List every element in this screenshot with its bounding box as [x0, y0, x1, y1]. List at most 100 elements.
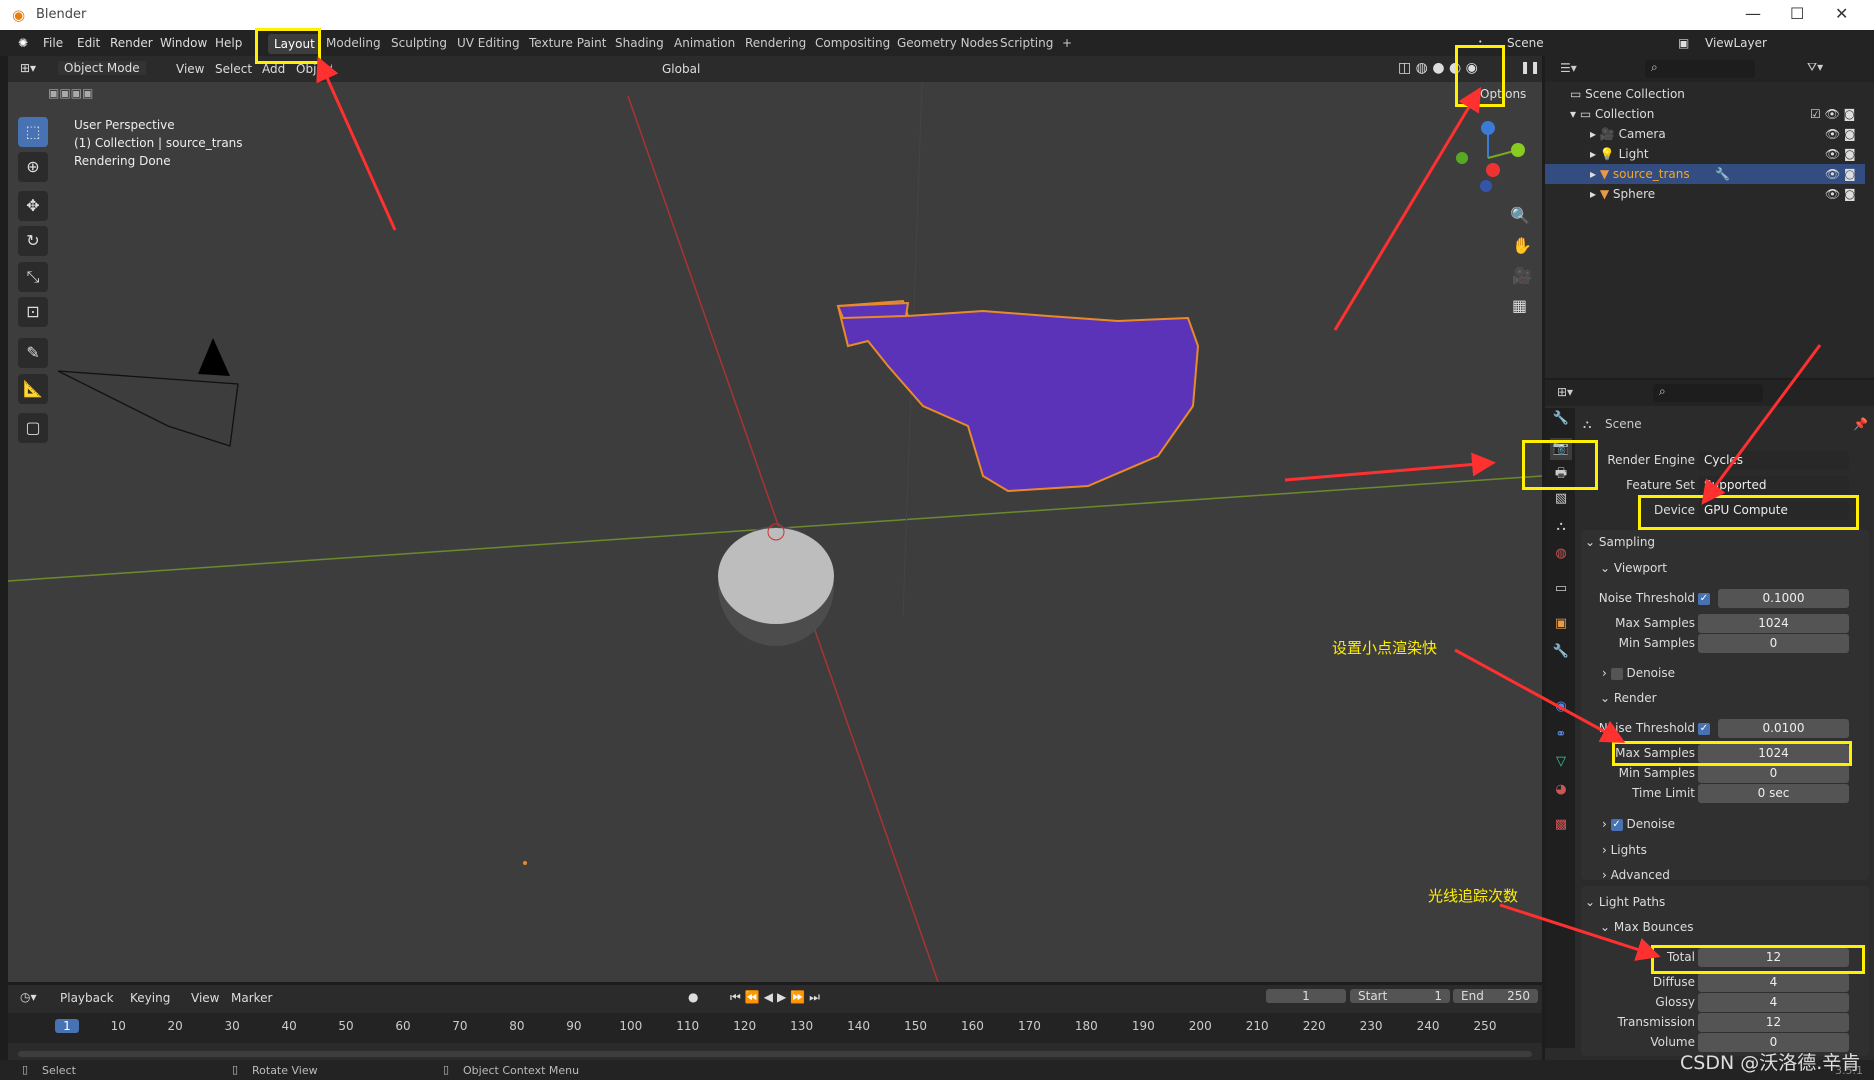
options-dropdown[interactable]: Options — [1480, 87, 1526, 101]
tab-compositing[interactable]: Compositing — [815, 36, 890, 50]
ortho-grid-icon[interactable]: ▦ — [1512, 296, 1527, 315]
render-denoise-row[interactable]: › ✓ Denoise — [1602, 817, 1675, 831]
end-frame-field[interactable]: End 250 — [1453, 989, 1538, 1003]
outliner-item[interactable]: ▸ ▼ source_trans 🔧 👁 ◙ — [1545, 164, 1865, 184]
shading-buttons[interactable]: ◫ ◍ ● ◐ ◉ — [1398, 60, 1478, 76]
render-subpanel-header[interactable]: ⌄ Render — [1600, 691, 1657, 705]
sampling-header[interactable]: ⌄ Sampling — [1585, 535, 1655, 549]
glossy-bounces-field[interactable]: 4 — [1698, 993, 1849, 1012]
frame-ruler[interactable]: 1 10 20 30 40 50 60 70 80 90 100 110 120 130 140 150 160… — [8, 1013, 1542, 1043]
pan-hand-icon[interactable]: ✋ — [1512, 236, 1532, 255]
outliner-item[interactable]: ▸ 💡 Light 👁 ◙ — [1545, 144, 1865, 164]
view-layer-selector[interactable]: ViewLayer — [1705, 36, 1767, 50]
maximize-button[interactable]: ☐ — [1790, 4, 1804, 23]
outliner-search[interactable]: ⌕ — [1645, 60, 1755, 78]
menu-marker[interactable]: Marker — [231, 991, 272, 1005]
transform-orientation[interactable]: Global — [662, 62, 700, 76]
camera-view-icon[interactable]: 🎥 — [1512, 266, 1532, 285]
diffuse-bounces-field[interactable]: 4 — [1698, 973, 1849, 992]
selection-mode-icons[interactable]: ▣▣▣▣ — [48, 86, 93, 100]
transform-tool[interactable]: ⊡ — [18, 297, 48, 327]
total-bounces-field[interactable]: 12 — [1698, 948, 1849, 967]
menu-edit[interactable]: Edit — [77, 36, 100, 50]
3d-viewport[interactable]: ⊞▾ Object Mode View Select Add Object Gl… — [8, 56, 1542, 982]
menu-object[interactable]: Object — [296, 62, 332, 76]
add-workspace-button[interactable]: + — [1062, 36, 1072, 50]
time-limit-field[interactable]: 0 sec — [1698, 784, 1849, 803]
scale-tool[interactable]: ⤡ — [18, 262, 48, 292]
display-mode-icon[interactable]: ☰▾ — [1560, 61, 1577, 75]
tab-layout[interactable]: Layout — [268, 34, 321, 54]
viewport-denoise-row[interactable]: › Denoise — [1602, 666, 1675, 680]
minimize-button[interactable]: — — [1745, 4, 1761, 23]
noise-threshold-checkbox[interactable]: ✓ — [1698, 593, 1710, 605]
menu-add[interactable]: Add — [262, 62, 285, 76]
editor-type-icon[interactable]: ◷▾ — [20, 990, 37, 1004]
tab-animation[interactable]: Animation — [674, 36, 735, 50]
visibility-icon[interactable]: 👁 ◙ — [1825, 144, 1856, 164]
render-noise-threshold-checkbox[interactable]: ✓ — [1698, 723, 1710, 735]
start-frame-field[interactable]: Start 1 — [1350, 989, 1450, 1003]
annotate-tool[interactable]: ✎ — [18, 338, 48, 368]
max-bounces-header[interactable]: ⌄ Max Bounces — [1600, 920, 1694, 934]
zoom-icon[interactable]: 🔍 — [1510, 206, 1530, 225]
playback-controls[interactable]: ⏮⏪◀▶⏩⏭ — [730, 990, 824, 1005]
viewport-subpanel-header[interactable]: ⌄ Viewport — [1600, 561, 1667, 575]
menu-file[interactable]: File — [43, 36, 63, 50]
editor-type-icon[interactable]: ⊞▾ — [20, 61, 36, 75]
timeline-scrollbar[interactable] — [18, 1051, 1532, 1057]
collection-row[interactable]: ▾ ▭ Collection ☑ 👁 ◙ — [1545, 104, 1865, 124]
menu-render[interactable]: Render — [110, 36, 153, 50]
noise-threshold-field[interactable]: 0.1000 — [1718, 589, 1849, 608]
menu-keying[interactable]: Keying — [130, 991, 170, 1005]
outliner-item[interactable]: ▸ 🎥 Camera 👁 ◙ — [1545, 124, 1865, 144]
rotate-tool[interactable]: ↻ — [18, 226, 48, 256]
lights-subpanel[interactable]: › Lights — [1602, 843, 1647, 857]
menu-view[interactable]: View — [191, 991, 219, 1005]
menu-select[interactable]: Select — [215, 62, 252, 76]
close-button[interactable]: ✕ — [1835, 4, 1848, 23]
tab-scripting[interactable]: Scripting — [1000, 36, 1053, 50]
scene-selector[interactable]: Scene — [1507, 36, 1544, 50]
select-box-tool[interactable]: ⬚ — [18, 117, 48, 147]
advanced-subpanel[interactable]: › Advanced — [1602, 868, 1670, 882]
device-dropdown[interactable]: GPU Compute — [1698, 501, 1849, 520]
tab-rendering[interactable]: Rendering — [745, 36, 806, 50]
tab-uv-editing[interactable]: UV Editing — [457, 36, 520, 50]
cursor-tool[interactable]: ⊕ — [18, 152, 48, 182]
render-max-samples-field[interactable]: 1024 — [1698, 744, 1849, 763]
blender-menu-icon[interactable]: ✺ — [18, 36, 28, 50]
outliner-item[interactable]: ▸ ▼ Sphere 👁 ◙ — [1545, 184, 1865, 204]
visibility-icon[interactable]: 👁 ◙ — [1825, 164, 1856, 184]
scene-collection[interactable]: ▭ Scene Collection — [1545, 84, 1865, 104]
menu-playback[interactable]: Playback — [60, 991, 114, 1005]
move-tool[interactable]: ✥ — [18, 191, 48, 221]
min-samples-field[interactable]: 0 — [1698, 634, 1849, 653]
tab-sculpting[interactable]: Sculpting — [391, 36, 447, 50]
menu-window[interactable]: Window — [160, 36, 207, 50]
render-engine-dropdown[interactable]: Cycles — [1698, 451, 1849, 470]
record-button[interactable]: ● — [688, 990, 698, 1004]
tab-geometry-nodes[interactable]: Geometry Nodes — [897, 36, 998, 50]
visibility-icon[interactable]: 👁 ◙ — [1825, 184, 1856, 204]
current-frame-field[interactable]: 1 — [1266, 989, 1346, 1003]
tab-shading[interactable]: Shading — [615, 36, 664, 50]
light-paths-header[interactable]: ⌄ Light Paths — [1585, 895, 1665, 909]
render-noise-threshold-field[interactable]: 0.0100 — [1718, 719, 1849, 738]
feature-set-dropdown[interactable]: Supported — [1698, 476, 1849, 495]
max-samples-field[interactable]: 1024 — [1698, 614, 1849, 633]
navigation-gizmo[interactable] — [1448, 118, 1528, 198]
visibility-icon[interactable]: 👁 ◙ — [1825, 124, 1856, 144]
collection-checkbox[interactable]: ☑ 👁 ◙ — [1810, 104, 1855, 124]
filter-icon[interactable]: ⛛▾ — [1807, 60, 1823, 75]
pause-render-button[interactable]: ❚❚ — [1520, 60, 1540, 74]
mode-selector[interactable]: Object Mode — [58, 61, 146, 75]
menu-help[interactable]: Help — [215, 36, 242, 50]
current-frame-marker[interactable]: 1 — [55, 1019, 79, 1033]
transmission-bounces-field[interactable]: 12 — [1698, 1013, 1849, 1032]
render-min-samples-field[interactable]: 0 — [1698, 764, 1849, 783]
menu-view[interactable]: View — [176, 62, 204, 76]
tab-texture-paint[interactable]: Texture Paint — [529, 36, 606, 50]
tab-modeling[interactable]: Modeling — [326, 36, 381, 50]
add-cube-tool[interactable]: ▢ — [18, 413, 48, 443]
